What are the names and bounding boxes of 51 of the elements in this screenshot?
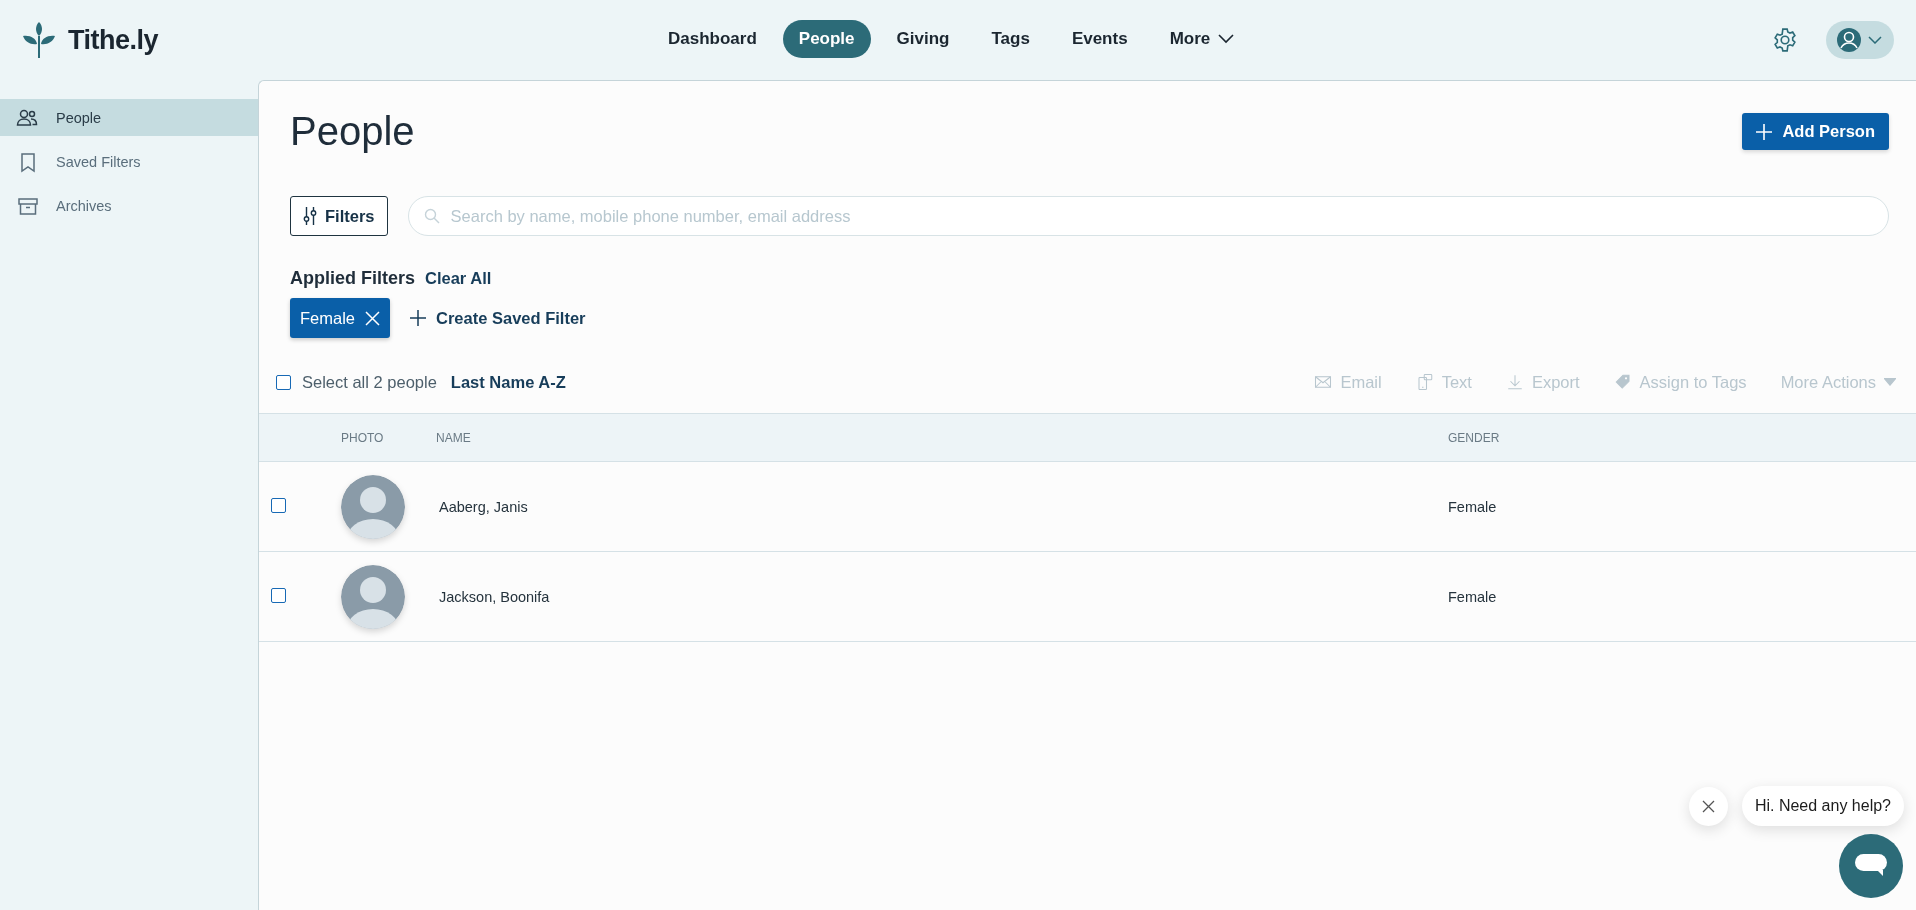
name-cell: Jackson, Boonifa xyxy=(439,588,550,605)
row-checkbox[interactable] xyxy=(271,497,286,513)
caret-down-icon xyxy=(1884,378,1896,386)
select-all-label: Select all 2 people xyxy=(302,372,437,392)
gender-cell: Female xyxy=(1448,498,1497,515)
sidebar-item[interactable]: People xyxy=(0,99,258,136)
nav-tab[interactable]: Dashboard xyxy=(652,20,773,58)
clear-all-link[interactable]: Clear All xyxy=(425,269,492,288)
search-icon xyxy=(423,208,440,224)
nav-tab[interactable]: People xyxy=(782,20,871,58)
column-header: NAME xyxy=(436,430,471,445)
search-field[interactable]: Search by name, mobile phone number, email address xyxy=(407,196,1889,236)
column-header: GENDER xyxy=(1448,430,1500,445)
plus-icon xyxy=(410,310,427,326)
applied-filters-label: Applied Filters xyxy=(290,268,415,289)
filters-button[interactable]: Filters xyxy=(290,196,388,236)
envelope-icon xyxy=(1314,373,1333,391)
create-saved-filter-button[interactable]: Create Saved Filter xyxy=(410,308,586,328)
column-header: PHOTO xyxy=(341,430,384,445)
download-icon xyxy=(1505,373,1524,391)
chevron-down-icon xyxy=(1218,34,1235,44)
page-title: People xyxy=(290,109,415,154)
leaf-logo-icon xyxy=(22,22,56,58)
chevron-down-icon xyxy=(1868,36,1882,44)
avatar-placeholder-icon xyxy=(341,474,405,539)
sidebar-item[interactable]: Saved Filters xyxy=(0,143,258,180)
chat-message-bubble: Hi. Need any help? xyxy=(1741,786,1904,826)
chat-bubble-icon xyxy=(1855,854,1887,878)
settings-icon[interactable] xyxy=(1772,27,1798,53)
nav-tab[interactable]: Tags xyxy=(975,20,1046,58)
plus-icon xyxy=(1756,123,1773,140)
row-checkbox[interactable] xyxy=(271,587,286,603)
close-icon xyxy=(365,310,381,326)
brand-name: Tithe.ly xyxy=(68,24,159,56)
close-icon xyxy=(1701,799,1715,813)
gender-cell: Female xyxy=(1448,588,1497,605)
avatar-placeholder-icon xyxy=(341,564,405,629)
nav-tab[interactable]: Events xyxy=(1055,20,1144,58)
phone-message-icon xyxy=(1415,373,1434,391)
sort-link[interactable]: Last Name A-Z xyxy=(450,372,566,392)
sliders-icon xyxy=(303,207,317,225)
account-menu-button[interactable] xyxy=(1826,21,1894,59)
nav-tab[interactable]: More xyxy=(1153,20,1251,58)
sidebar-item[interactable]: Archives xyxy=(0,187,258,224)
nav-tab[interactable]: Giving xyxy=(880,20,966,58)
name-cell: Aaberg, Janis xyxy=(439,498,528,515)
add-person-button[interactable]: Add Person xyxy=(1742,113,1889,150)
filter-chip[interactable]: Female xyxy=(290,298,391,338)
select-all-checkbox[interactable] xyxy=(276,374,291,390)
tag-icon xyxy=(1613,373,1632,391)
user-avatar-icon xyxy=(1836,27,1862,53)
